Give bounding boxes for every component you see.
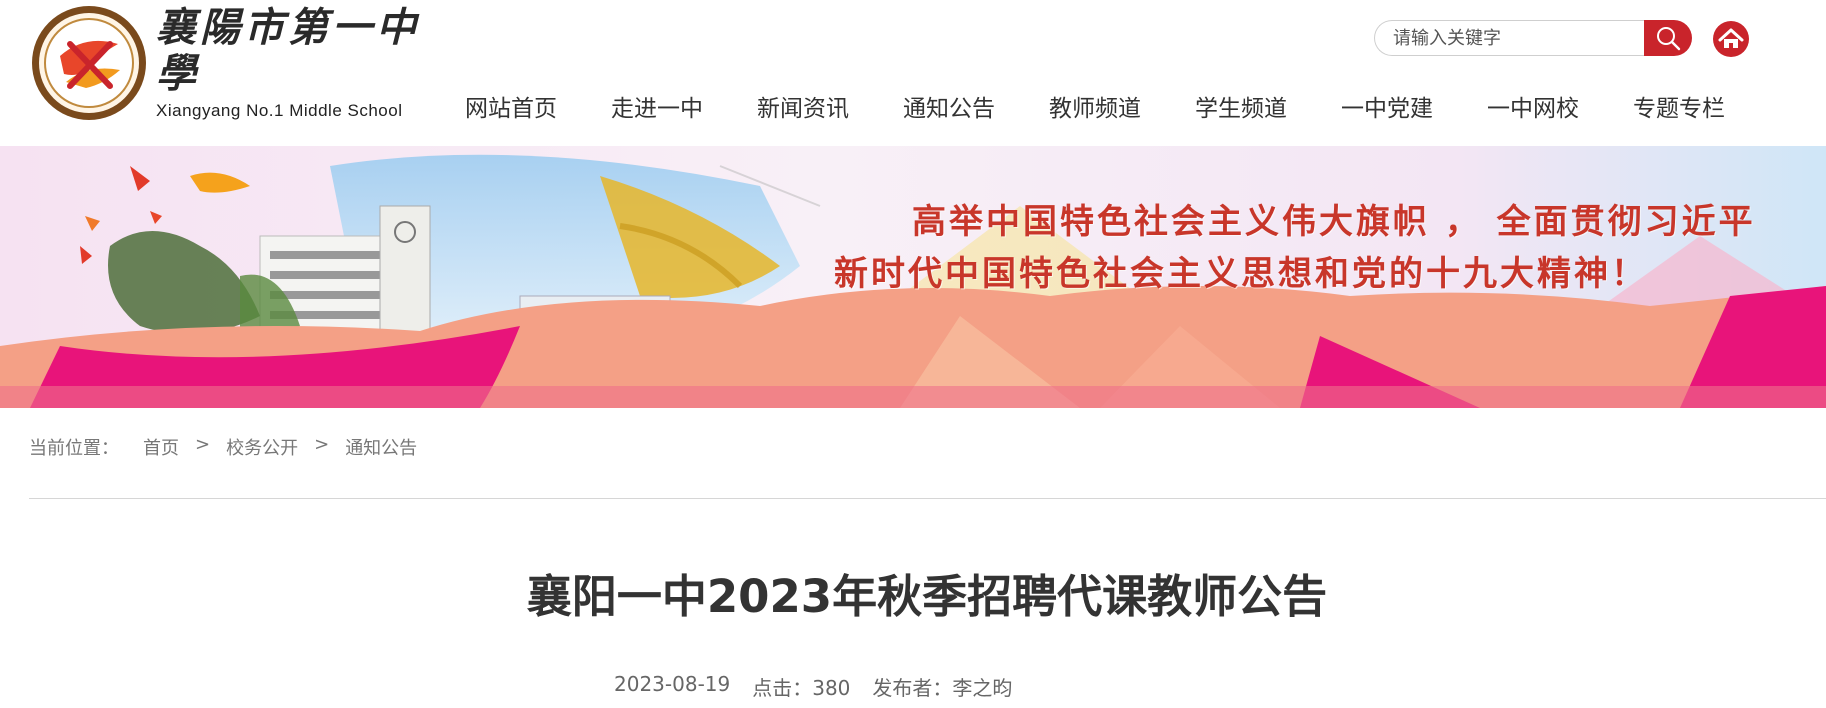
article-clicks: 点击：380 bbox=[752, 676, 851, 700]
breadcrumb-separator: > bbox=[314, 434, 330, 455]
article-meta: 2023-08-19 点击：380 发布者：李之昀 bbox=[614, 672, 1034, 701]
article-date: 2023-08-19 bbox=[614, 672, 731, 696]
nav-item-notices[interactable]: 通知公告 bbox=[903, 92, 995, 126]
hero-banner: 高举中国特色社会主义伟大旗帜 ， 全面贯彻习近平 新时代中国特色社会主义思想和党… bbox=[0, 146, 1826, 408]
breadcrumb-item-notices[interactable]: 通知公告 bbox=[345, 434, 417, 460]
school-name-en: Xiangyang No.1 Middle School bbox=[156, 101, 403, 120]
main-nav: 网站首页 走进一中 新闻资讯 通知公告 教师频道 学生频道 一中党建 一中网校 … bbox=[465, 92, 1725, 126]
site-header: 襄陽市第一中學 Xiangyang No.1 Middle School 网站首… bbox=[0, 0, 1826, 146]
search-icon bbox=[1657, 27, 1681, 51]
banner-slogan-line1: 高举中国特色社会主义伟大旗帜 ， 全面贯彻习近平 bbox=[912, 202, 1756, 242]
nav-item-teachers[interactable]: 教师频道 bbox=[1049, 92, 1141, 126]
nav-item-about[interactable]: 走进一中 bbox=[611, 92, 703, 126]
search-button[interactable] bbox=[1644, 20, 1692, 56]
nav-item-party[interactable]: 一中党建 bbox=[1341, 92, 1433, 126]
school-logo[interactable]: 襄陽市第一中學 Xiangyang No.1 Middle School bbox=[30, 2, 430, 124]
nav-item-home[interactable]: 网站首页 bbox=[465, 92, 557, 126]
home-icon[interactable] bbox=[1712, 20, 1750, 58]
breadcrumb-item-affairs[interactable]: 校务公开 bbox=[226, 434, 298, 460]
search-input[interactable] bbox=[1374, 20, 1644, 56]
breadcrumb-separator: > bbox=[195, 434, 211, 455]
breadcrumb-label: 当前位置： bbox=[29, 438, 119, 459]
breadcrumb-item-home[interactable]: 首页 bbox=[143, 434, 179, 460]
school-emblem-icon bbox=[32, 6, 146, 120]
nav-item-news[interactable]: 新闻资讯 bbox=[757, 92, 849, 126]
banner-slogan-line2: 新时代中国特色社会主义思想和党的十九大精神！ bbox=[834, 254, 1648, 294]
article-publisher: 发布者：李之昀 bbox=[872, 676, 1013, 700]
article-title: 襄阳一中2023年秋季招聘代课教师公告 bbox=[526, 570, 1328, 623]
nav-item-students[interactable]: 学生频道 bbox=[1195, 92, 1287, 126]
nav-item-special[interactable]: 专题专栏 bbox=[1633, 92, 1725, 126]
content-divider bbox=[29, 498, 1826, 499]
school-name-cn: 襄陽市第一中學 bbox=[156, 4, 420, 97]
breadcrumb: 当前位置： 首页 > 校务公开 > 通知公告 bbox=[29, 434, 417, 460]
nav-item-online-school[interactable]: 一中网校 bbox=[1487, 92, 1579, 126]
search-box bbox=[1374, 20, 1692, 56]
